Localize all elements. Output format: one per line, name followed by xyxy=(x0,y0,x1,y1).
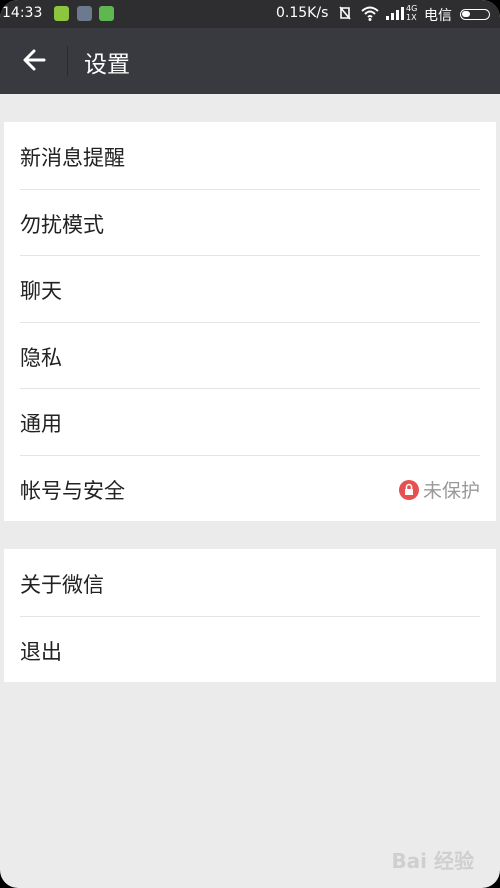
top-toolbar: 设置 xyxy=(0,28,500,94)
settings-item-new-message-notification[interactable]: 新消息提醒 xyxy=(4,122,496,189)
security-status: 未保护 xyxy=(398,476,480,503)
battery-icon xyxy=(460,9,490,20)
status-bar: 14:33 0.15K/s 4G 1X 电信 xyxy=(0,0,500,28)
settings-item-label: 新消息提醒 xyxy=(20,146,125,170)
notification-app-icon xyxy=(54,6,69,21)
security-status-text: 未保护 xyxy=(422,479,480,502)
settings-item-about-wechat[interactable]: 关于微信 xyxy=(4,549,496,616)
status-time: 14:33 xyxy=(2,5,43,21)
page-title: 设置 xyxy=(84,52,130,78)
network-speed: 0.15K/s xyxy=(276,5,329,21)
settings-item-label: 隐私 xyxy=(20,345,62,370)
settings-group-main: 新消息提醒 勿扰模式 聊天 隐私 通用 帐号与安全 未保护 xyxy=(4,122,496,521)
settings-item-label: 通用 xyxy=(20,412,62,436)
settings-item-chat[interactable]: 聊天 xyxy=(4,255,496,322)
watermark: Bai 经验 xyxy=(391,849,474,873)
settings-item-privacy[interactable]: 隐私 xyxy=(4,321,496,389)
back-arrow-icon[interactable] xyxy=(18,43,52,77)
notification-app-icon xyxy=(99,6,114,21)
settings-item-do-not-disturb[interactable]: 勿扰模式 xyxy=(4,188,496,256)
settings-item-label: 勿扰模式 xyxy=(20,212,104,237)
settings-item-logout[interactable]: 退出 xyxy=(4,615,496,683)
settings-item-account-security[interactable]: 帐号与安全 未保护 xyxy=(4,454,496,522)
toolbar-divider xyxy=(67,46,68,76)
settings-group-secondary: 关于微信 退出 xyxy=(4,549,496,682)
settings-item-label: 帐号与安全 xyxy=(20,478,125,503)
network-type: 4G 1X xyxy=(406,4,418,22)
settings-item-label: 关于微信 xyxy=(20,573,104,597)
settings-screen: 14:33 0.15K/s 4G 1X 电信 设置 新消息提醒 勿扰模式 聊天 … xyxy=(0,0,500,888)
lock-icon xyxy=(398,479,419,500)
settings-item-label: 退出 xyxy=(20,639,62,664)
wifi-icon xyxy=(360,4,380,26)
signal-icon xyxy=(385,4,405,26)
carrier-name: 电信 xyxy=(424,8,452,24)
notification-app-icon xyxy=(77,6,92,21)
settings-item-general[interactable]: 通用 xyxy=(4,388,496,455)
settings-item-label: 聊天 xyxy=(20,279,62,303)
vibrate-icon xyxy=(336,4,354,26)
